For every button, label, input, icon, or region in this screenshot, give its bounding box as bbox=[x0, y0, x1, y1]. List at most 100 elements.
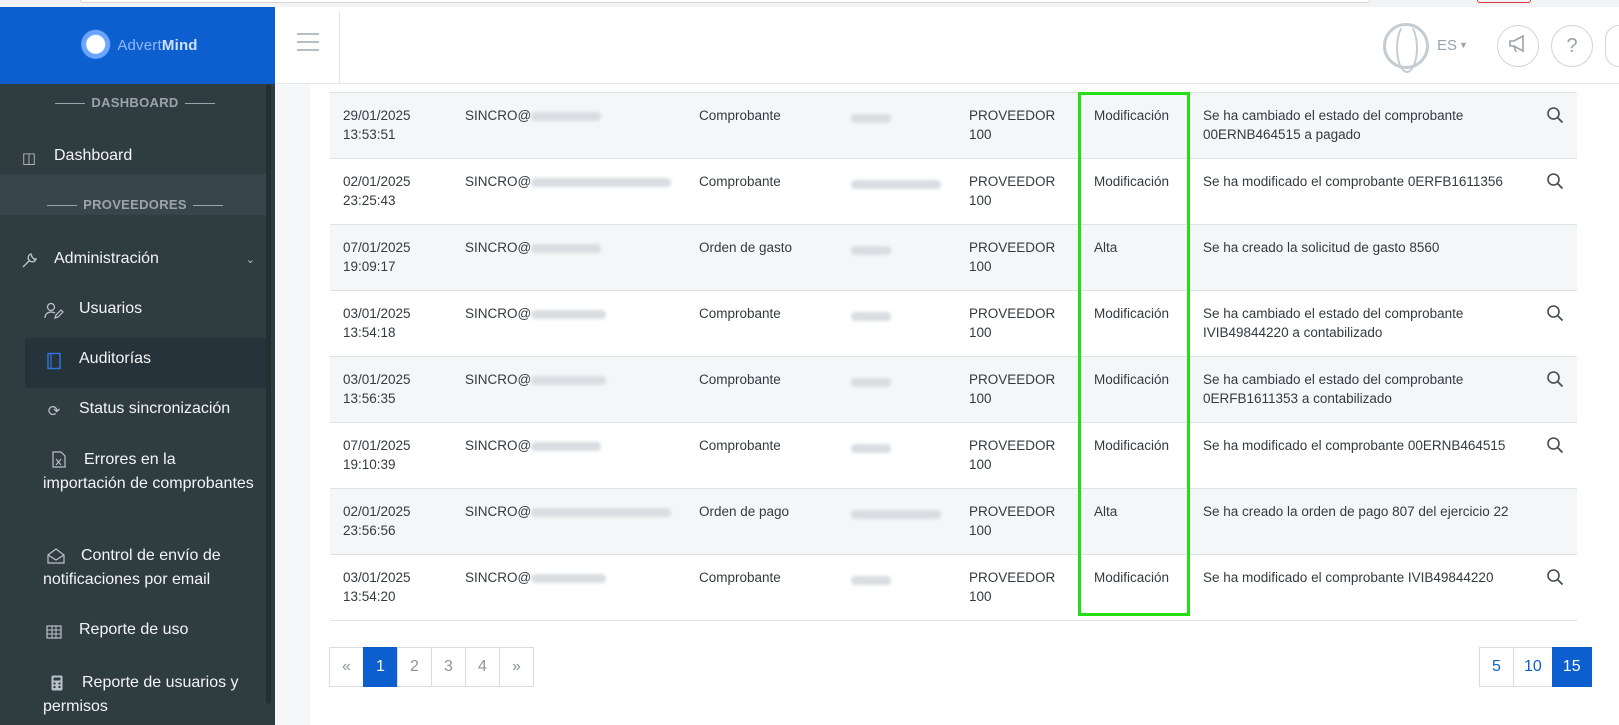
sidebar-item-control-envio-notificaciones[interactable]: Control de envío de notificaciones por e… bbox=[43, 544, 258, 592]
cell-provider: PROVEEDOR 100 bbox=[956, 224, 1081, 291]
redacted-text bbox=[531, 573, 607, 583]
cell-description: Se ha modificado el comprobante IVIB4984… bbox=[1190, 554, 1533, 621]
sidebar-item-usuarios[interactable]: Usuarios bbox=[43, 300, 267, 322]
sidebar-item-label: Reporte de usuarios y permisos bbox=[43, 674, 239, 715]
pagination-prev[interactable]: « bbox=[329, 647, 364, 687]
cell-redacted bbox=[838, 554, 956, 621]
user-menu-button[interactable] bbox=[1605, 25, 1619, 67]
page-size-option[interactable]: 5 bbox=[1479, 647, 1514, 687]
search-icon[interactable] bbox=[1546, 569, 1564, 590]
pagination-page[interactable]: 1 bbox=[363, 647, 398, 687]
cell-redacted bbox=[838, 158, 956, 225]
cell-datetime: 02/01/2025 23:56:56 bbox=[330, 488, 452, 555]
cell-redacted bbox=[838, 290, 956, 357]
megaphone-icon bbox=[1507, 34, 1529, 59]
language-selector[interactable]: ES ▼ bbox=[1437, 37, 1468, 54]
cell-action: Alta bbox=[1081, 224, 1190, 291]
cell-detail bbox=[1533, 554, 1577, 621]
wrench-icon bbox=[18, 250, 40, 272]
user-edit-icon bbox=[43, 300, 65, 322]
cell-provider: PROVEEDOR 100 bbox=[956, 422, 1081, 489]
cell-redacted bbox=[838, 224, 956, 291]
envelope-open-icon bbox=[45, 545, 67, 567]
cell-detail bbox=[1533, 158, 1577, 225]
caret-down-icon: ▼ bbox=[1459, 40, 1468, 50]
cell-datetime: 07/01/2025 19:09:17 bbox=[330, 224, 452, 291]
table-row: 07/01/2025 19:09:17 SINCRO@ Orden de gasto P… bbox=[330, 224, 1577, 291]
table-icon bbox=[43, 621, 65, 643]
cell-action: Modificación bbox=[1081, 554, 1190, 621]
browser-red-button-edge bbox=[1477, 0, 1531, 3]
cell-datetime: 03/01/2025 13:54:18 bbox=[330, 290, 452, 357]
cell-description: Se ha modificado el comprobante 00ERNB46… bbox=[1190, 422, 1533, 489]
sidebar-item-errores-importacion[interactable]: Errores en la importación de comprobante… bbox=[43, 448, 258, 496]
sidebar-scrollbar[interactable] bbox=[266, 84, 271, 704]
top-bar: ES ▼ ? bbox=[275, 7, 1619, 84]
table-row: 02/01/2025 23:56:56 SINCRO@ Orden de pago PR… bbox=[330, 488, 1577, 555]
cell-entity: Comprobante bbox=[686, 92, 838, 159]
hamburger-menu-icon[interactable] bbox=[297, 33, 319, 57]
pagination-page[interactable]: 4 bbox=[465, 647, 500, 687]
cell-datetime: 03/01/2025 13:54:20 bbox=[330, 554, 452, 621]
cell-description: Se ha cambiado el estado del comprobante… bbox=[1190, 356, 1533, 423]
pagination-page[interactable]: 2 bbox=[397, 647, 432, 687]
cell-user: SINCRO@ bbox=[452, 422, 686, 489]
sidebar-item-auditorias[interactable]: Auditorías bbox=[25, 338, 267, 388]
redacted-text bbox=[851, 113, 891, 123]
cell-detail bbox=[1533, 488, 1577, 555]
cell-user: SINCRO@ bbox=[452, 224, 686, 291]
cell-entity: Comprobante bbox=[686, 422, 838, 489]
cell-datetime: 07/01/2025 19:10:39 bbox=[330, 422, 452, 489]
redacted-text bbox=[531, 507, 672, 517]
redacted-text bbox=[531, 309, 607, 319]
search-icon[interactable] bbox=[1546, 305, 1564, 326]
file-excel-icon bbox=[48, 449, 70, 471]
cell-redacted bbox=[838, 92, 956, 159]
search-icon[interactable] bbox=[1546, 107, 1564, 128]
cell-user: SINCRO@ bbox=[452, 488, 686, 555]
brand-logo-icon bbox=[77, 28, 112, 63]
cell-provider: PROVEEDOR 100 bbox=[956, 488, 1081, 555]
table-row: 03/01/2025 13:54:20 SINCRO@ Comprobante PROV… bbox=[330, 554, 1577, 621]
brand-logo[interactable]: AdvertMind bbox=[0, 7, 275, 84]
sidebar-item-status-sincronizacion[interactable]: ⟳ Status sincronización bbox=[43, 400, 267, 422]
audit-table: 29/01/2025 13:53:51 SINCRO@ Comprobante PROV… bbox=[330, 92, 1577, 621]
cell-description: Se ha cambiado el estado del comprobante… bbox=[1190, 290, 1533, 357]
redacted-text bbox=[531, 441, 602, 451]
search-icon[interactable] bbox=[1546, 437, 1564, 458]
search-icon[interactable] bbox=[1546, 371, 1564, 392]
question-icon: ? bbox=[1566, 34, 1578, 57]
sidebar-item-label: Reporte de uso bbox=[79, 621, 189, 638]
globe-icon[interactable] bbox=[1383, 23, 1429, 73]
redacted-text bbox=[531, 375, 607, 385]
pagination-next[interactable]: » bbox=[499, 647, 534, 687]
section-title-dashboard: DASHBOARD bbox=[0, 95, 270, 110]
page-size-option[interactable]: 10 bbox=[1513, 647, 1553, 687]
cell-user: SINCRO@ bbox=[452, 554, 686, 621]
cell-detail bbox=[1533, 290, 1577, 357]
sidebar-item-reporte-usuarios-permisos[interactable]: Reporte de usuarios y permisos bbox=[43, 671, 258, 719]
sidebar-item-administracion[interactable]: Administración ⌄ bbox=[18, 250, 267, 272]
pagination-page[interactable]: 3 bbox=[431, 647, 466, 687]
redacted-text bbox=[531, 243, 602, 253]
redacted-text bbox=[851, 443, 891, 453]
cell-datetime: 29/01/2025 13:53:51 bbox=[330, 92, 452, 159]
sidebar-item-label: Usuarios bbox=[79, 300, 143, 317]
sidebar-item-reporte-uso[interactable]: Reporte de uso bbox=[43, 621, 267, 643]
content-panel: 29/01/2025 13:53:51 SINCRO@ Comprobante PROV… bbox=[310, 84, 1619, 725]
page-size-option[interactable]: 15 bbox=[1551, 647, 1592, 687]
chevron-down-icon: ⌄ bbox=[245, 254, 255, 266]
announcements-button[interactable] bbox=[1497, 25, 1539, 67]
cell-entity: Comprobante bbox=[686, 158, 838, 225]
redacted-text bbox=[531, 111, 602, 121]
sidebar-item-dashboard[interactable]: ◫ Dashboard bbox=[18, 147, 267, 169]
table-row: 03/01/2025 13:54:18 SINCRO@ Comprobante PROV… bbox=[330, 290, 1577, 357]
cell-provider: PROVEEDOR 100 bbox=[956, 290, 1081, 357]
cell-provider: PROVEEDOR 100 bbox=[956, 554, 1081, 621]
search-icon[interactable] bbox=[1546, 173, 1564, 194]
cell-detail bbox=[1533, 356, 1577, 423]
cell-redacted bbox=[838, 488, 956, 555]
help-button[interactable]: ? bbox=[1551, 25, 1593, 67]
cell-action: Modificación bbox=[1081, 356, 1190, 423]
cell-action: Modificación bbox=[1081, 158, 1190, 225]
